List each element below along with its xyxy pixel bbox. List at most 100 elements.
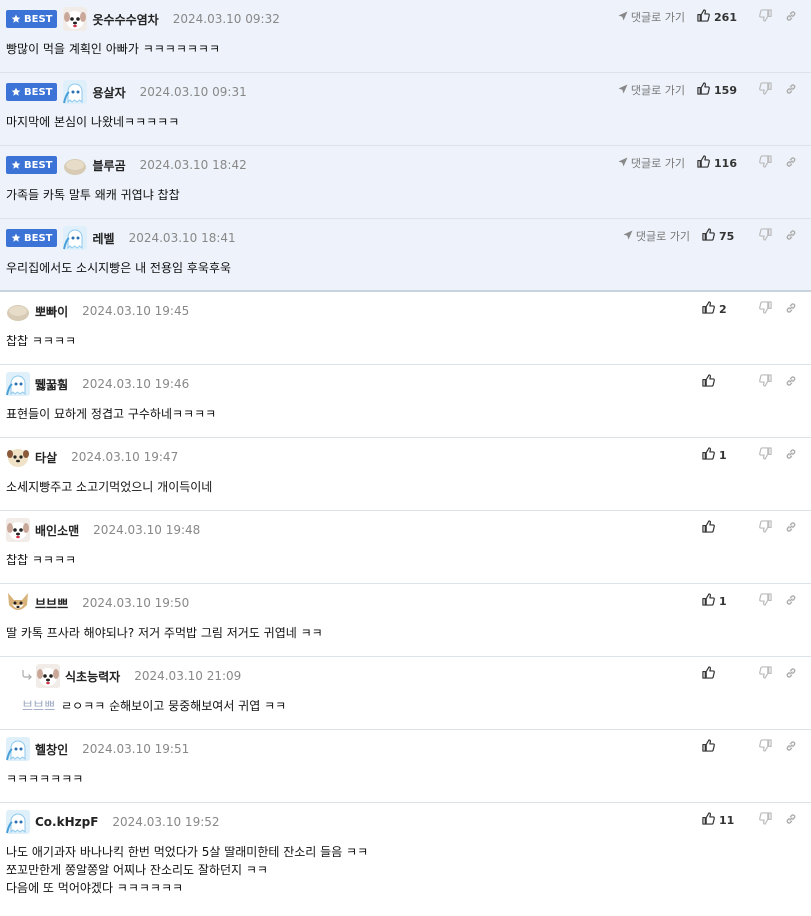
dislike-button[interactable]: [757, 301, 773, 317]
mention[interactable]: 브브쁘: [22, 699, 55, 713]
nickname[interactable]: 헬창인: [35, 741, 68, 758]
comment-actions: 11: [702, 811, 799, 829]
nickname[interactable]: 배인소맨: [35, 522, 79, 539]
comment-actions: 댓글로 가기 75: [623, 227, 799, 245]
timestamp: 2024.03.10 21:09: [134, 669, 242, 683]
like-button[interactable]: [702, 739, 737, 755]
nickname[interactable]: 타살: [35, 449, 57, 466]
copy-link-button[interactable]: [783, 593, 799, 609]
thumbs-down-icon: [758, 447, 772, 463]
goto-reply-link[interactable]: 댓글로 가기: [618, 9, 685, 25]
comment-header: BEST 블루곰 2024.03.10 18:42: [6, 153, 247, 177]
copy-link-button[interactable]: [783, 155, 799, 171]
dislike-button[interactable]: [757, 739, 773, 755]
copy-link-button[interactable]: [783, 520, 799, 536]
copy-link-button[interactable]: [783, 739, 799, 755]
like-button[interactable]: 2: [702, 301, 737, 317]
avatar[interactable]: [6, 518, 30, 542]
nickname[interactable]: 옷수수수염차: [92, 11, 158, 28]
avatar[interactable]: [6, 591, 30, 615]
timestamp: 2024.03.10 19:52: [112, 815, 220, 829]
like-button[interactable]: 261: [697, 9, 737, 25]
comment-header: BEST 옷수수수염차 2024.03.10 09:32: [6, 7, 280, 31]
like-button[interactable]: [702, 520, 737, 536]
copy-link-button[interactable]: [783, 666, 799, 682]
dislike-button[interactable]: [757, 666, 773, 682]
like-button[interactable]: 75: [702, 228, 737, 244]
avatar[interactable]: [36, 664, 60, 688]
star-icon: [11, 233, 21, 243]
copy-link-button[interactable]: [783, 301, 799, 317]
avatar[interactable]: [6, 299, 30, 323]
avatar[interactable]: [63, 7, 88, 31]
like-button[interactable]: 1: [702, 447, 737, 463]
like-button[interactable]: 116: [697, 155, 737, 171]
link-icon: [785, 521, 797, 536]
copy-link-button[interactable]: [783, 82, 799, 98]
like-button[interactable]: 11: [702, 812, 737, 828]
thumbs-down-icon: [758, 82, 772, 98]
comment-text: 찹찹 ㅋㅋㅋㅋ: [6, 332, 76, 350]
avatar[interactable]: [6, 372, 30, 396]
like-button[interactable]: 1: [702, 593, 737, 609]
thumbs-down-icon: [758, 155, 772, 171]
timestamp: 2024.03.10 19:47: [71, 450, 179, 464]
link-icon: [785, 448, 797, 463]
like-count: 2: [719, 302, 727, 316]
copy-link-button[interactable]: [783, 228, 799, 244]
goto-reply-label: 댓글로 가기: [630, 11, 686, 24]
comment-text: 마지막에 본심이 나왔네ㅋㅋㅋㅋㅋ: [6, 113, 179, 131]
copy-link-button[interactable]: [783, 812, 799, 828]
nickname[interactable]: 브브쁘: [35, 595, 68, 612]
copy-link-button[interactable]: [783, 9, 799, 25]
link-icon: [785, 375, 797, 390]
best-comment: BEST 옷수수수염차 2024.03.10 09:32 댓글로 가기 261 빵많이 먹…: [0, 0, 811, 73]
nickname[interactable]: 레벨: [92, 230, 114, 247]
avatar[interactable]: [63, 80, 88, 104]
goto-reply-link[interactable]: 댓글로 가기: [623, 228, 690, 244]
avatar[interactable]: [63, 153, 87, 177]
dislike-button[interactable]: [757, 155, 773, 171]
dislike-button[interactable]: [757, 82, 773, 98]
like-button[interactable]: 159: [697, 82, 737, 98]
dislike-button[interactable]: [757, 593, 773, 609]
nickname[interactable]: 용살자: [92, 84, 125, 101]
timestamp: 2024.03.10 18:42: [139, 158, 247, 172]
copy-link-button[interactable]: [783, 447, 799, 463]
dislike-button[interactable]: [757, 9, 773, 25]
like-button[interactable]: [702, 666, 737, 682]
goto-reply-link[interactable]: 댓글로 가기: [618, 82, 685, 98]
avatar[interactable]: [6, 445, 30, 469]
goto-reply-link[interactable]: 댓글로 가기: [618, 155, 685, 171]
comment-text: 표현들이 묘하게 정겹고 구수하네ㅋㅋㅋㅋ: [6, 405, 216, 423]
nickname[interactable]: 블루곰: [92, 157, 125, 174]
nickname[interactable]: Co.kHzpF: [35, 815, 98, 829]
dislike-button[interactable]: [757, 228, 773, 244]
nickname[interactable]: 뛣꿃훰: [35, 376, 68, 393]
nickname[interactable]: 뽀빠이: [35, 303, 68, 320]
nickname[interactable]: 식초능력자: [65, 668, 120, 685]
dislike-button[interactable]: [757, 447, 773, 463]
copy-link-button[interactable]: [783, 374, 799, 390]
best-comment: BEST 용살자 2024.03.10 09:31 댓글로 가기 159 마지막에 본심이…: [0, 73, 811, 146]
thumbs-down-icon: [758, 812, 772, 828]
comment-body: 마지막에 본심이 나왔네ㅋㅋㅋㅋㅋ: [6, 115, 180, 129]
dislike-button[interactable]: [757, 520, 773, 536]
comment-body: 딸 카톡 프사라 해야되나? 저거 주먹밥 그림 저거도 귀엽네 ㅋㅋ: [6, 626, 323, 640]
comment-actions: 댓글로 가기 116: [618, 154, 799, 172]
comment-actions: 1: [702, 446, 799, 464]
best-label: BEST: [24, 86, 53, 98]
dislike-button[interactable]: [757, 812, 773, 828]
star-icon: [11, 87, 21, 97]
avatar[interactable]: [6, 810, 30, 834]
thumbs-up-icon: [697, 9, 710, 25]
dislike-button[interactable]: [757, 374, 773, 390]
timestamp: 2024.03.10 19:50: [82, 596, 190, 610]
thumbs-down-icon: [758, 593, 772, 609]
avatar[interactable]: [63, 226, 88, 250]
link-icon: [785, 740, 797, 755]
link-icon: [785, 156, 797, 171]
like-button[interactable]: [702, 374, 737, 390]
comment-header: 뽀빠이 2024.03.10 19:45: [6, 299, 189, 323]
avatar[interactable]: [6, 737, 30, 761]
